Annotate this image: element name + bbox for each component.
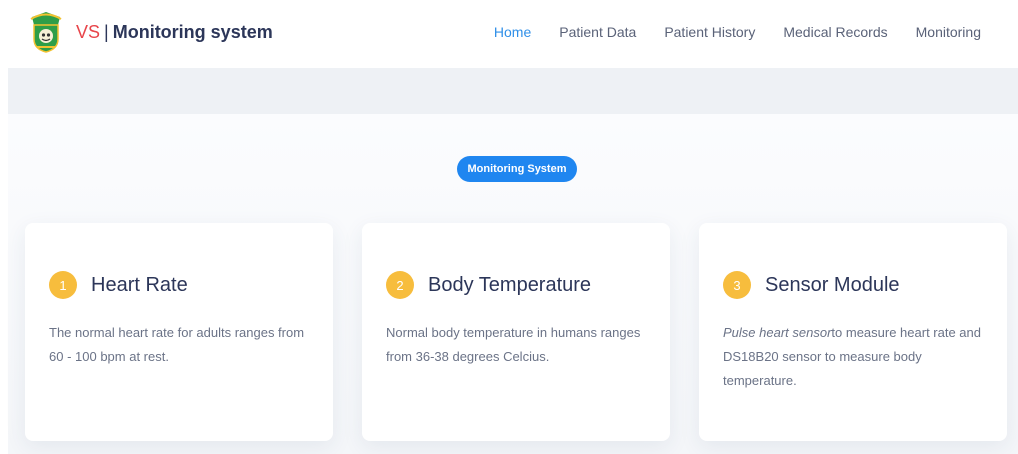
card-sensor-module: 3 Sensor Module Pulse heart sensorto mea… [699, 223, 1007, 441]
nav-monitoring[interactable]: Monitoring [916, 24, 981, 40]
card-number-badge: 2 [386, 271, 414, 299]
card-text: Normal body temperature in humans ranges… [386, 325, 641, 364]
nav-medical-records[interactable]: Medical Records [783, 24, 887, 40]
card-body-temperature: 2 Body Temperature Normal body temperatu… [362, 223, 670, 441]
card-number-badge: 3 [723, 271, 751, 299]
nav-home[interactable]: Home [494, 24, 531, 40]
nav-patient-history[interactable]: Patient History [664, 24, 755, 40]
card-text-italic: Pulse heart sensor [723, 325, 832, 340]
card-heart-rate: 1 Heart Rate The normal heart rate for a… [25, 223, 333, 441]
brand-title: Monitoring system [112, 21, 273, 42]
card-title: Body Temperature [428, 273, 592, 296]
card-title: Heart Rate [91, 273, 188, 296]
brand-vs: VS [76, 21, 101, 42]
brand[interactable]: VS | Monitoring system [28, 10, 273, 54]
nav-patient-data[interactable]: Patient Data [559, 24, 636, 40]
card-text: The normal heart rate for adults ranges … [49, 325, 305, 364]
navbar: VS | Monitoring system Home Patient Data P… [0, 0, 1018, 68]
card-title: Sensor Module [765, 273, 900, 296]
card-header: 2 Body Temperature [386, 271, 591, 299]
card-number-badge: 1 [49, 271, 77, 299]
brand-separator: | [104, 21, 109, 42]
card-header: 1 Heart Rate [49, 271, 188, 299]
brand-name: VS | Monitoring system [76, 22, 273, 43]
card-header: 3 Sensor Module [723, 271, 900, 299]
university-logo-icon [30, 12, 62, 53]
hero-band [8, 68, 1018, 114]
section-badge: Monitoring System [457, 156, 577, 182]
main-nav: Home Patient Data Patient History Medica… [494, 24, 981, 40]
card-text: Pulse heart sensorto measure heart rate … [723, 321, 988, 393]
